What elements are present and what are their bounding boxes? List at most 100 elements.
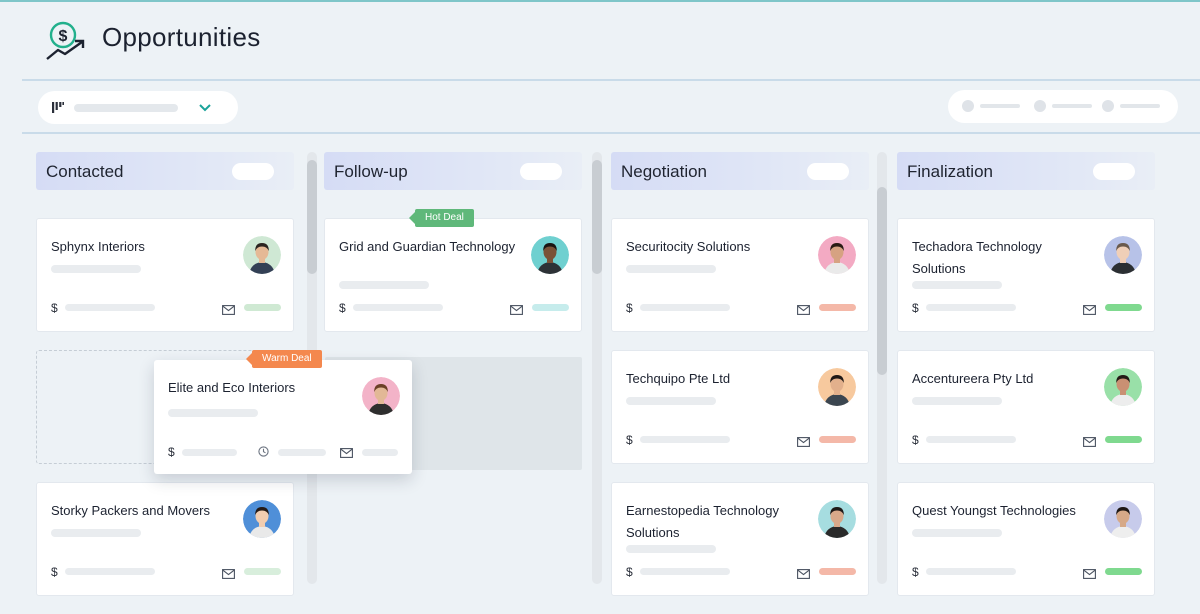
mail-icon[interactable] [222,305,235,315]
card-subtitle-placeholder [626,265,716,273]
card-subtitle-placeholder [912,397,1002,405]
avatar [362,377,400,415]
status-indicator [1105,568,1142,575]
opportunity-card[interactable]: Securitocity Solutions $ [611,218,869,332]
card-subtitle-placeholder [168,409,258,417]
mail-icon[interactable] [1083,569,1096,579]
mail-icon[interactable] [340,448,353,458]
currency-symbol: $ [626,433,633,447]
status-indicator [819,568,856,575]
opportunity-card[interactable]: Accentureera Pty Ltd $ [897,350,1155,464]
currency-symbol: $ [912,301,919,315]
status-indicator [819,304,856,311]
step-dot[interactable] [1102,100,1114,112]
step-dot[interactable] [1034,100,1046,112]
status-indicator [244,304,281,311]
chevron-down-icon[interactable] [198,101,212,115]
stage-progress-indicator[interactable] [948,90,1178,123]
currency-symbol: $ [912,565,919,579]
avatar [818,368,856,406]
amount-placeholder [926,568,1016,575]
avatar [1104,236,1142,274]
amount-placeholder [640,304,730,311]
scrollbar-thumb[interactable] [592,160,602,274]
opportunity-card[interactable]: Earnestopedia Technology Solutions $ [611,482,869,596]
column-scrollbar[interactable] [592,152,602,584]
column-title: Follow-up [334,162,408,181]
scrollbar-thumb[interactable] [307,160,317,274]
currency-symbol: $ [168,445,175,459]
mail-icon[interactable] [1083,437,1096,447]
column-count-badge [232,163,274,180]
status-indicator [819,436,856,443]
mail-icon[interactable] [222,569,235,579]
avatar [1104,500,1142,538]
mail-icon[interactable] [797,305,810,315]
opportunity-card[interactable]: Quest Youngst Technologies $ [897,482,1155,596]
step-dot[interactable] [962,100,974,112]
mail-icon[interactable] [1083,305,1096,315]
toolbar-divider [22,132,1200,134]
card-name: Grid and Guardian Technology [339,239,516,254]
card-subtitle-placeholder [51,265,141,273]
card-name: Techadora Technology Solutions [912,239,1042,276]
dragging-opportunity-card[interactable]: Warm Deal Elite and Eco Interiors $ [154,350,412,474]
column-title: Negotiation [621,162,708,181]
amount-placeholder [182,449,237,456]
filter-value-placeholder [74,104,178,112]
dollar-growth-icon: $ [46,21,85,60]
column-scrollbar[interactable] [877,152,887,584]
card-name: Quest Youngst Technologies [912,503,1076,518]
card-name: Techquipo Pte Ltd [626,371,731,386]
opportunity-card[interactable]: Techadora Technology Solutions $ [897,218,1155,332]
amount-placeholder [353,304,443,311]
hot-deal-tag: Hot Deal [409,209,474,227]
currency-symbol: $ [626,301,633,315]
status-placeholder [362,449,398,456]
column-header: Contacted [36,152,294,190]
currency-symbol: $ [626,565,633,579]
column-count-badge [807,163,849,180]
opportunity-card[interactable]: Sphynx Interiors $ [36,218,294,332]
svg-text:$: $ [59,28,68,45]
avatar [243,236,281,274]
page-header: $ Opportunities [0,2,1200,80]
card-subtitle-placeholder [626,397,716,405]
card-name: Sphynx Interiors [51,239,145,254]
column-title: Contacted [46,162,124,181]
status-indicator [1105,436,1142,443]
mail-icon[interactable] [510,305,523,315]
avatar [243,500,281,538]
opportunity-card[interactable]: Hot Deal Grid and Guardian Technology $ [324,209,582,332]
step-bar [1052,104,1092,108]
column-header: Follow-up [324,152,582,190]
warm-deal-tag: Warm Deal [246,350,322,368]
column-title: Finalization [907,162,993,181]
status-indicator [244,568,281,575]
card-name: Earnestopedia Technology Solutions [626,503,779,540]
opportunity-card[interactable]: Techquipo Pte Ltd $ [611,350,869,464]
card-subtitle-placeholder [912,529,1002,537]
opportunity-card[interactable]: Storky Packers and Movers $ [36,482,294,596]
currency-symbol: $ [912,433,919,447]
currency-symbol: $ [339,301,346,315]
amount-placeholder [640,568,730,575]
step-bar [980,104,1020,108]
amount-placeholder [640,436,730,443]
filter-icon [52,102,64,113]
step-bar [1120,104,1160,108]
card-name: Elite and Eco Interiors [168,380,296,395]
card-subtitle-placeholder [339,281,429,289]
mail-icon[interactable] [797,437,810,447]
currency-symbol: $ [51,565,58,579]
amount-placeholder [926,304,1016,311]
avatar [531,236,569,274]
mail-icon[interactable] [797,569,810,579]
clock-icon [258,446,269,457]
card-name: Storky Packers and Movers [51,503,210,518]
scrollbar-thumb[interactable] [877,187,887,375]
amount-placeholder [926,436,1016,443]
status-indicator [1105,304,1142,311]
pipeline-filter-dropdown[interactable] [38,91,238,124]
avatar [1104,368,1142,406]
